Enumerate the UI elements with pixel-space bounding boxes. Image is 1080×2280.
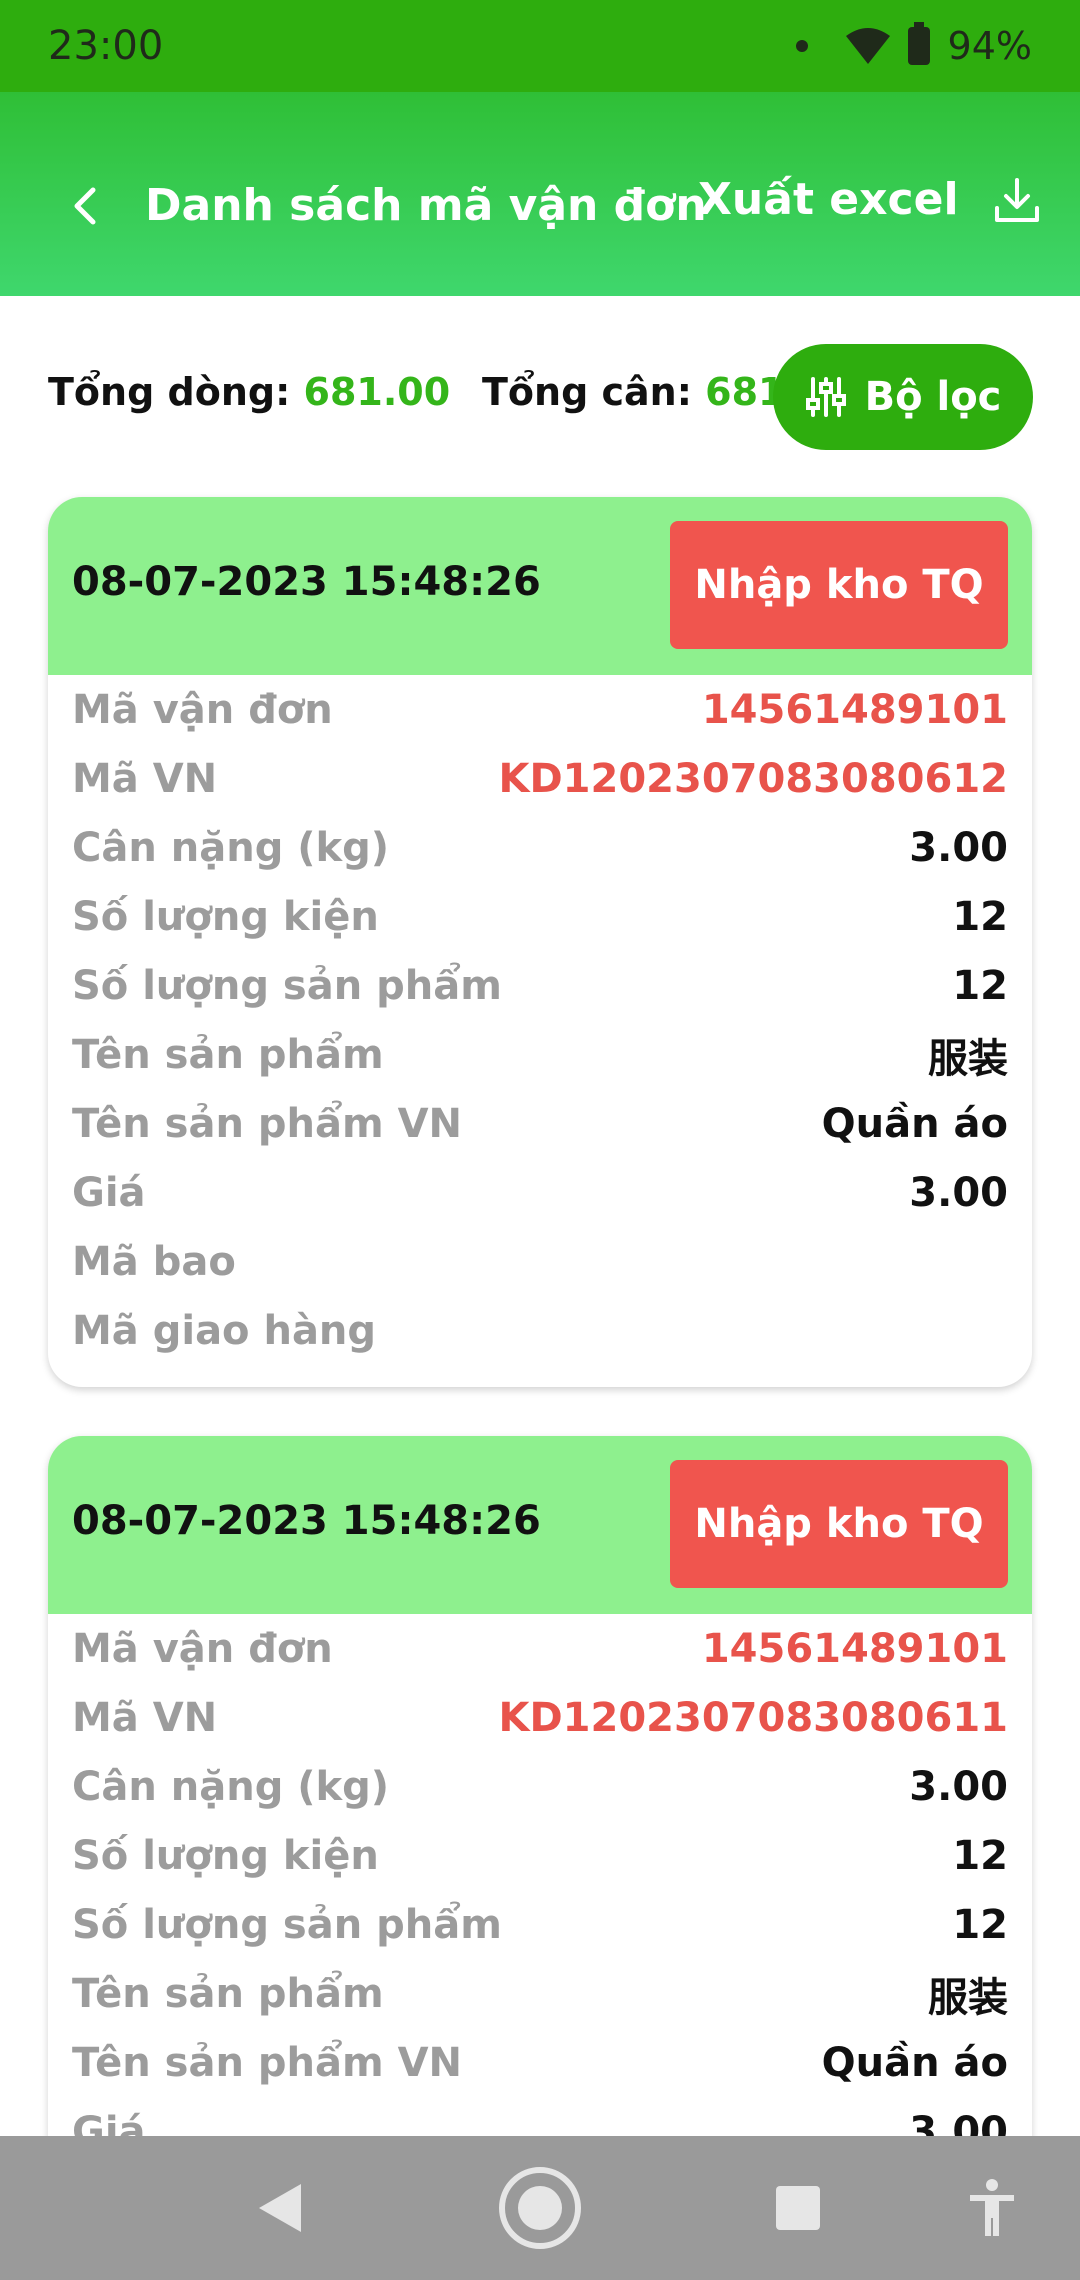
detail-row: Tên sản phẩm VN Quần áo (72, 2028, 1008, 2097)
row-value: 3.00 (909, 1169, 1008, 1216)
card-details: Mã vận đơn 14561489101 Mã VN KD12023070830… (48, 675, 1032, 1365)
detail-row: Tên sản phẩm 服装 (72, 1020, 1008, 1089)
row-label: Cân nặng (kg) (72, 824, 390, 871)
row-label: Mã VN (72, 1694, 218, 1741)
card-header: 08-07-2023 15:48:26 Nhập kho TQ (48, 497, 1032, 675)
row-label: Giá (72, 1169, 146, 1216)
detail-row: Mã bao (72, 1227, 1008, 1296)
card-details: Mã vận đơn 14561489101 Mã VN KD12023070830… (48, 1614, 1032, 2166)
detail-row: Mã vận đơn 14561489101 (72, 1614, 1008, 1683)
row-value: Quần áo (821, 2039, 1008, 2086)
detail-row: Số lượng sản phẩm 12 (72, 951, 1008, 1020)
wifi-icon (845, 28, 890, 64)
filter-sliders-icon (805, 377, 846, 417)
nav-home-icon (499, 2167, 581, 2249)
row-value: KD1202307083080612 (498, 755, 1008, 802)
row-value: 12 (952, 893, 1008, 940)
back-icon (74, 187, 96, 225)
detail-row: Tên sản phẩm VN Quần áo (72, 1089, 1008, 1158)
status-time: 23:00 (48, 23, 164, 69)
total-rows: Tổng dòng: 681.00 (48, 370, 450, 414)
filter-label: Bộ lọc (864, 374, 1002, 420)
back-button[interactable] (62, 184, 106, 228)
detail-row: Mã vận đơn 14561489101 (72, 675, 1008, 744)
detail-row: Tên sản phẩm 服装 (72, 1959, 1008, 2028)
row-value: 14561489101 (701, 686, 1008, 733)
row-value: KD1202307083080611 (498, 1694, 1008, 1741)
export-excel-button[interactable]: Xuất excel (698, 174, 1041, 225)
card-header: 08-07-2023 15:48:26 Nhập kho TQ (48, 1436, 1032, 1614)
row-value: 3.00 (909, 1763, 1008, 1810)
row-value: 服装 (928, 1035, 1008, 1082)
nav-back-icon (259, 2184, 301, 2232)
detail-row: Giá 3.00 (72, 1158, 1008, 1227)
nav-recents-icon (776, 2186, 820, 2230)
battery-icon (907, 22, 930, 65)
row-label: Mã giao hàng (72, 1307, 377, 1354)
row-label: Tên sản phẩm (72, 1031, 384, 1078)
accessibility-icon (970, 2179, 1014, 2236)
notification-dot-icon (795, 40, 808, 52)
export-label: Xuất excel (698, 174, 959, 225)
row-label: Số lượng sản phẩm (72, 1901, 502, 1948)
detail-row: Số lượng kiện 12 (72, 882, 1008, 951)
row-label: Mã vận đơn (72, 686, 333, 733)
row-label: Số lượng kiện (72, 893, 379, 940)
row-label: Cân nặng (kg) (72, 1763, 390, 1810)
row-label: Mã bao (72, 1238, 236, 1285)
status-button[interactable]: Nhập kho TQ (670, 1460, 1008, 1588)
total-weight: Tổng cân: 681. (482, 370, 782, 414)
detail-row: Cân nặng (kg) 3.00 (72, 1752, 1008, 1821)
row-label: Tên sản phẩm VN (72, 1100, 463, 1147)
detail-row: Mã giao hàng (72, 1296, 1008, 1365)
waybill-card[interactable]: 08-07-2023 15:48:26 Nhập kho TQ Mã vận đ… (48, 497, 1032, 1387)
detail-row: Số lượng kiện 12 (72, 1821, 1008, 1890)
nav-home-button[interactable] (490, 2136, 590, 2280)
row-value: 12 (952, 1901, 1008, 1948)
card-datetime: 08-07-2023 15:48:26 (72, 559, 541, 605)
nav-recents-button[interactable] (758, 2136, 838, 2280)
row-value: 服装 (928, 1974, 1008, 2021)
system-nav-bar (0, 2136, 1080, 2280)
app-bar: Danh sách mã vận đơn Xuất excel (0, 92, 1080, 296)
row-label: Tên sản phẩm VN (72, 2039, 463, 2086)
download-icon (994, 177, 1039, 222)
row-value: 3.00 (909, 824, 1008, 871)
row-label: Tên sản phẩm (72, 1970, 384, 2017)
row-label: Số lượng sản phẩm (72, 962, 502, 1009)
battery-level: 94% (947, 24, 1032, 68)
detail-row: Mã VN KD1202307083080612 (72, 744, 1008, 813)
row-value: 14561489101 (701, 1625, 1008, 1672)
detail-row: Cân nặng (kg) 3.00 (72, 813, 1008, 882)
row-value: 12 (952, 1832, 1008, 1879)
row-value: 12 (952, 962, 1008, 1009)
detail-row: Mã VN KD1202307083080611 (72, 1683, 1008, 1752)
row-label: Số lượng kiện (72, 1832, 379, 1879)
total-rows-value: 681.00 (303, 370, 451, 414)
status-button[interactable]: Nhập kho TQ (670, 521, 1008, 649)
total-weight-value: 681. (705, 370, 782, 414)
page-title: Danh sách mã vận đơn (145, 180, 707, 231)
row-label: Mã vận đơn (72, 1625, 333, 1672)
total-rows-label: Tổng dòng: (48, 370, 291, 414)
nav-back-button[interactable] (240, 2136, 320, 2280)
status-bar: 23:00 94% (0, 0, 1080, 92)
filter-button[interactable]: Bộ lọc (773, 344, 1033, 450)
card-datetime: 08-07-2023 15:48:26 (72, 1498, 541, 1544)
row-value: Quần áo (821, 1100, 1008, 1147)
row-label: Mã VN (72, 755, 218, 802)
total-weight-label: Tổng cân: (482, 370, 692, 414)
status-icons: 94% (795, 22, 1032, 68)
accessibility-button[interactable] (952, 2136, 1032, 2280)
detail-row: Số lượng sản phẩm 12 (72, 1890, 1008, 1959)
